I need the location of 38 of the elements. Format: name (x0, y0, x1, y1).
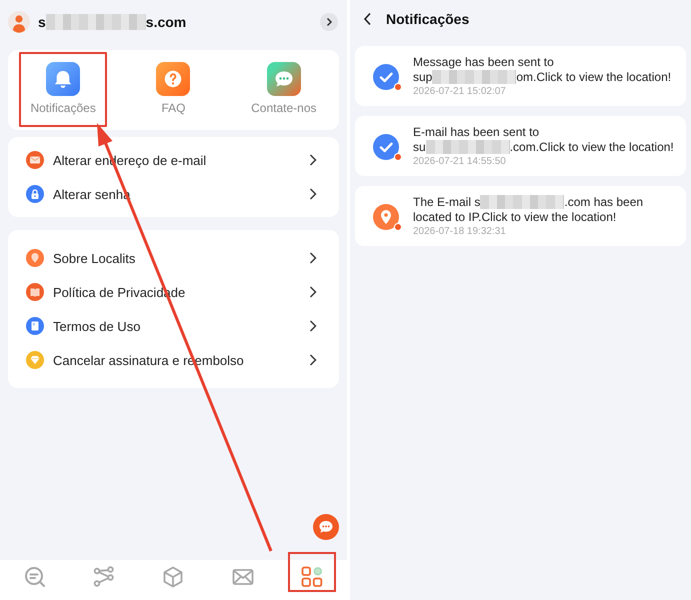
avatar-icon (8, 11, 30, 33)
book-icon (26, 283, 44, 301)
chat-bubble-icon[interactable] (313, 514, 339, 540)
checkmark-icon (373, 134, 399, 160)
location-pin-icon (373, 204, 399, 230)
location-pin-icon (26, 249, 44, 267)
notification-time: 2026-07-18 19:32:31 (413, 225, 507, 238)
notification-time: 2026-07-21 14:55:50 (413, 155, 507, 168)
lock-icon (26, 185, 44, 203)
document-icon (26, 317, 44, 335)
back-icon[interactable] (363, 12, 372, 26)
menu-item[interactable]: Sobre Localits (8, 241, 339, 275)
chevron-right-icon (309, 286, 317, 298)
cube-icon[interactable] (161, 565, 186, 589)
screen-title: Notificações (386, 11, 470, 27)
chat-icon (266, 62, 301, 96)
envelope-icon (26, 151, 44, 169)
notification-card[interactable]: The E-mail s .com has been located to IP.Click to view the location! 2026-07-18 19:32:31 (355, 186, 686, 246)
notification-time: 2026-07-21 15:02:07 (413, 85, 507, 98)
menu-item[interactable]: Termos de Uso (8, 309, 339, 343)
notification-card[interactable]: E-mail has been sent to su .com.Click to view the location! 2026-07-21 14:55:50 (355, 116, 686, 176)
account-email: s s.com (38, 14, 188, 30)
chevron-right-icon (309, 188, 317, 200)
notification-card[interactable]: Message has been sent to sup om.Click to view the location! 2026-07-21 15:02:07 (355, 46, 686, 106)
checkmark-icon (373, 64, 399, 90)
notification-message: The E-mail s .com has been located to IP.Click to view the location! (413, 195, 644, 225)
bell-icon (46, 62, 80, 96)
question-icon (156, 62, 190, 96)
chevron-right-icon (309, 252, 317, 264)
apps-grid-icon[interactable] (300, 565, 324, 589)
notification-message: E-mail has been sent to su .com.Click to view the location! (413, 125, 675, 155)
notification-message: Message has been sent to sup om.Click to view the location! (413, 55, 672, 85)
chevron-right-icon (309, 354, 317, 366)
chevron-right-icon (309, 320, 317, 332)
chevron-right-icon (309, 154, 317, 166)
chat-search-icon[interactable] (22, 565, 47, 589)
share-nodes-icon[interactable] (92, 565, 116, 589)
chevron-right-icon[interactable] (320, 13, 338, 31)
